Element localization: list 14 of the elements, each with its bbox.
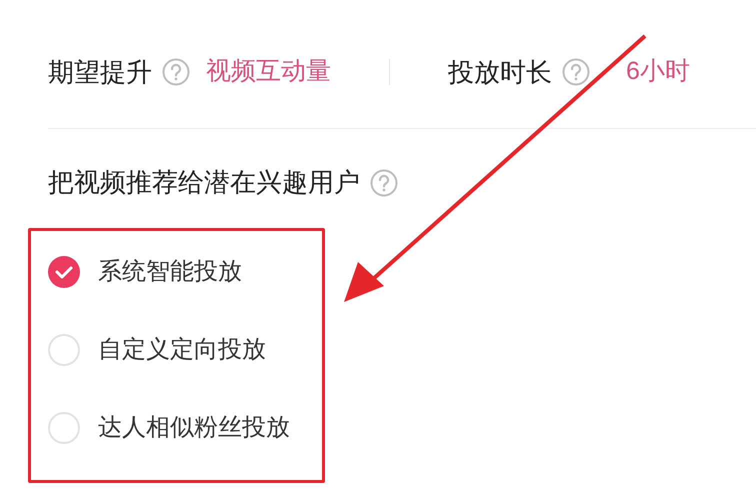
section-heading: 把视频推荐给潜在兴趣用户 <box>48 166 360 199</box>
radio-button[interactable] <box>48 412 80 444</box>
stat-value: 视频互动量 <box>206 56 331 88</box>
option-label[interactable]: 自定义定向投放 <box>98 332 266 368</box>
help-icon[interactable] <box>370 168 398 196</box>
radio-button[interactable] <box>48 256 80 288</box>
stat-label: 期望提升 <box>48 56 152 88</box>
option-label[interactable]: 达人相似粉丝投放 <box>98 410 290 446</box>
radio-button[interactable] <box>48 334 80 366</box>
stat-label: 投放时长 <box>448 56 552 88</box>
option-label[interactable]: 系统智能投放 <box>98 254 242 290</box>
stat-value: 6小时 <box>626 56 690 88</box>
help-icon[interactable] <box>562 58 590 86</box>
help-icon[interactable] <box>162 58 190 86</box>
